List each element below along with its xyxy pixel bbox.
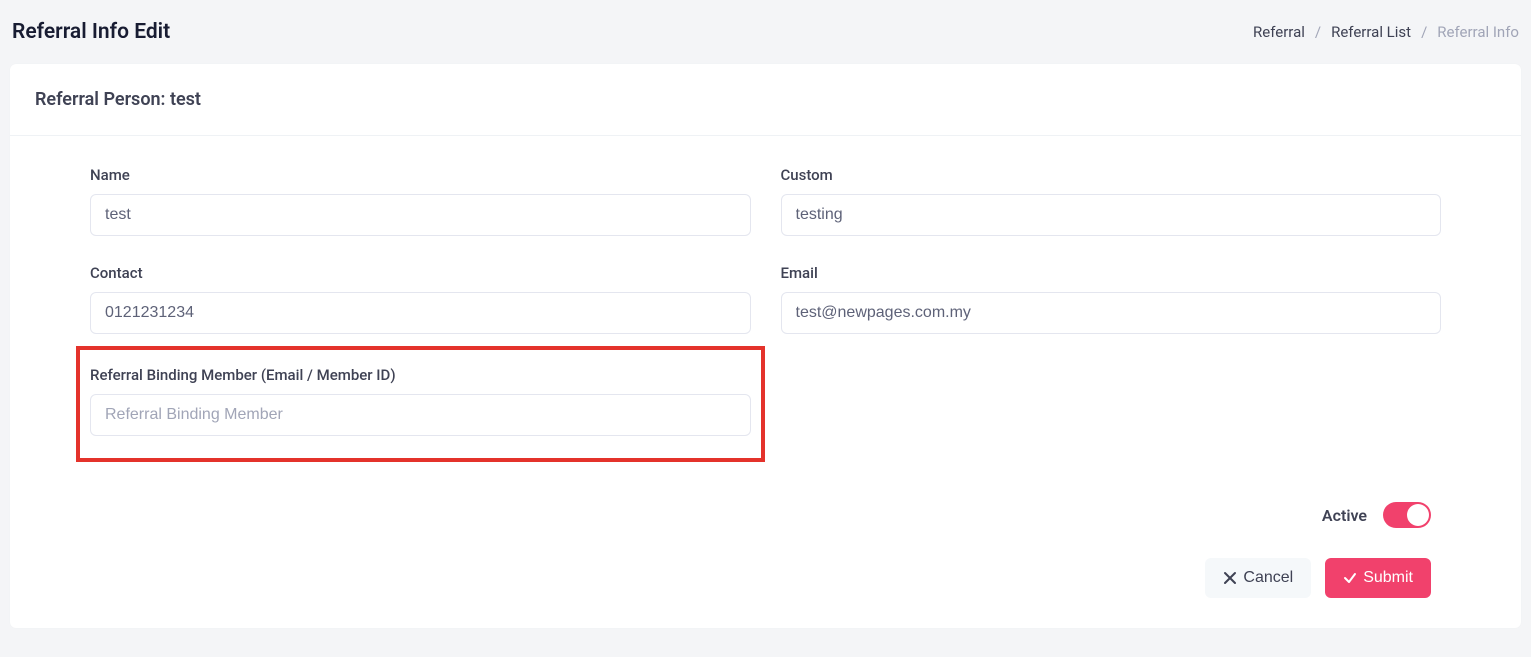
cancel-button[interactable]: Cancel — [1205, 558, 1311, 598]
active-label: Active — [1322, 506, 1367, 525]
binding-label: Referral Binding Member (Email / Member … — [90, 366, 751, 384]
email-label: Email — [781, 264, 1442, 282]
actions-row: Cancel Submit — [90, 558, 1441, 598]
form-group-binding: Referral Binding Member (Email / Member … — [90, 362, 751, 462]
breadcrumb: Referral / Referral List / Referral Info — [1253, 23, 1519, 41]
form-group-email: Email — [781, 264, 1442, 334]
name-label: Name — [90, 166, 751, 184]
form-group-custom: Custom — [781, 166, 1442, 236]
active-toggle[interactable] — [1383, 502, 1431, 528]
breadcrumb-item-referral-info: Referral Info — [1437, 23, 1519, 41]
card-body: Name Custom Contact Email Referral Bindi… — [10, 136, 1521, 628]
contact-input[interactable] — [90, 292, 751, 334]
email-input[interactable] — [781, 292, 1442, 334]
cancel-button-label: Cancel — [1243, 569, 1293, 587]
form-group-name: Name — [90, 166, 751, 236]
form-group-contact: Contact — [90, 264, 751, 334]
check-icon — [1343, 571, 1357, 585]
active-toggle-row: Active — [90, 502, 1441, 528]
breadcrumb-separator: / — [1315, 23, 1321, 41]
name-input[interactable] — [90, 194, 751, 236]
breadcrumb-item-referral[interactable]: Referral — [1253, 23, 1305, 41]
submit-button-label: Submit — [1363, 569, 1413, 587]
card-header-title: Referral Person: test — [35, 89, 1496, 110]
submit-button[interactable]: Submit — [1325, 558, 1431, 598]
binding-highlight-box: Referral Binding Member (Email / Member … — [76, 346, 765, 462]
page-title: Referral Info Edit — [12, 20, 170, 44]
close-icon — [1223, 571, 1237, 585]
binding-input[interactable] — [90, 394, 751, 436]
card-title-prefix: Referral Person: — [35, 89, 170, 110]
card-header: Referral Person: test — [10, 64, 1521, 136]
card: Referral Person: test Name Custom Contac… — [10, 64, 1521, 628]
custom-input[interactable] — [781, 194, 1442, 236]
toggle-knob — [1407, 504, 1429, 526]
breadcrumb-separator: / — [1421, 23, 1427, 41]
card-title-value: test — [170, 89, 201, 110]
contact-label: Contact — [90, 264, 751, 282]
breadcrumb-item-referral-list[interactable]: Referral List — [1331, 23, 1411, 41]
custom-label: Custom — [781, 166, 1442, 184]
